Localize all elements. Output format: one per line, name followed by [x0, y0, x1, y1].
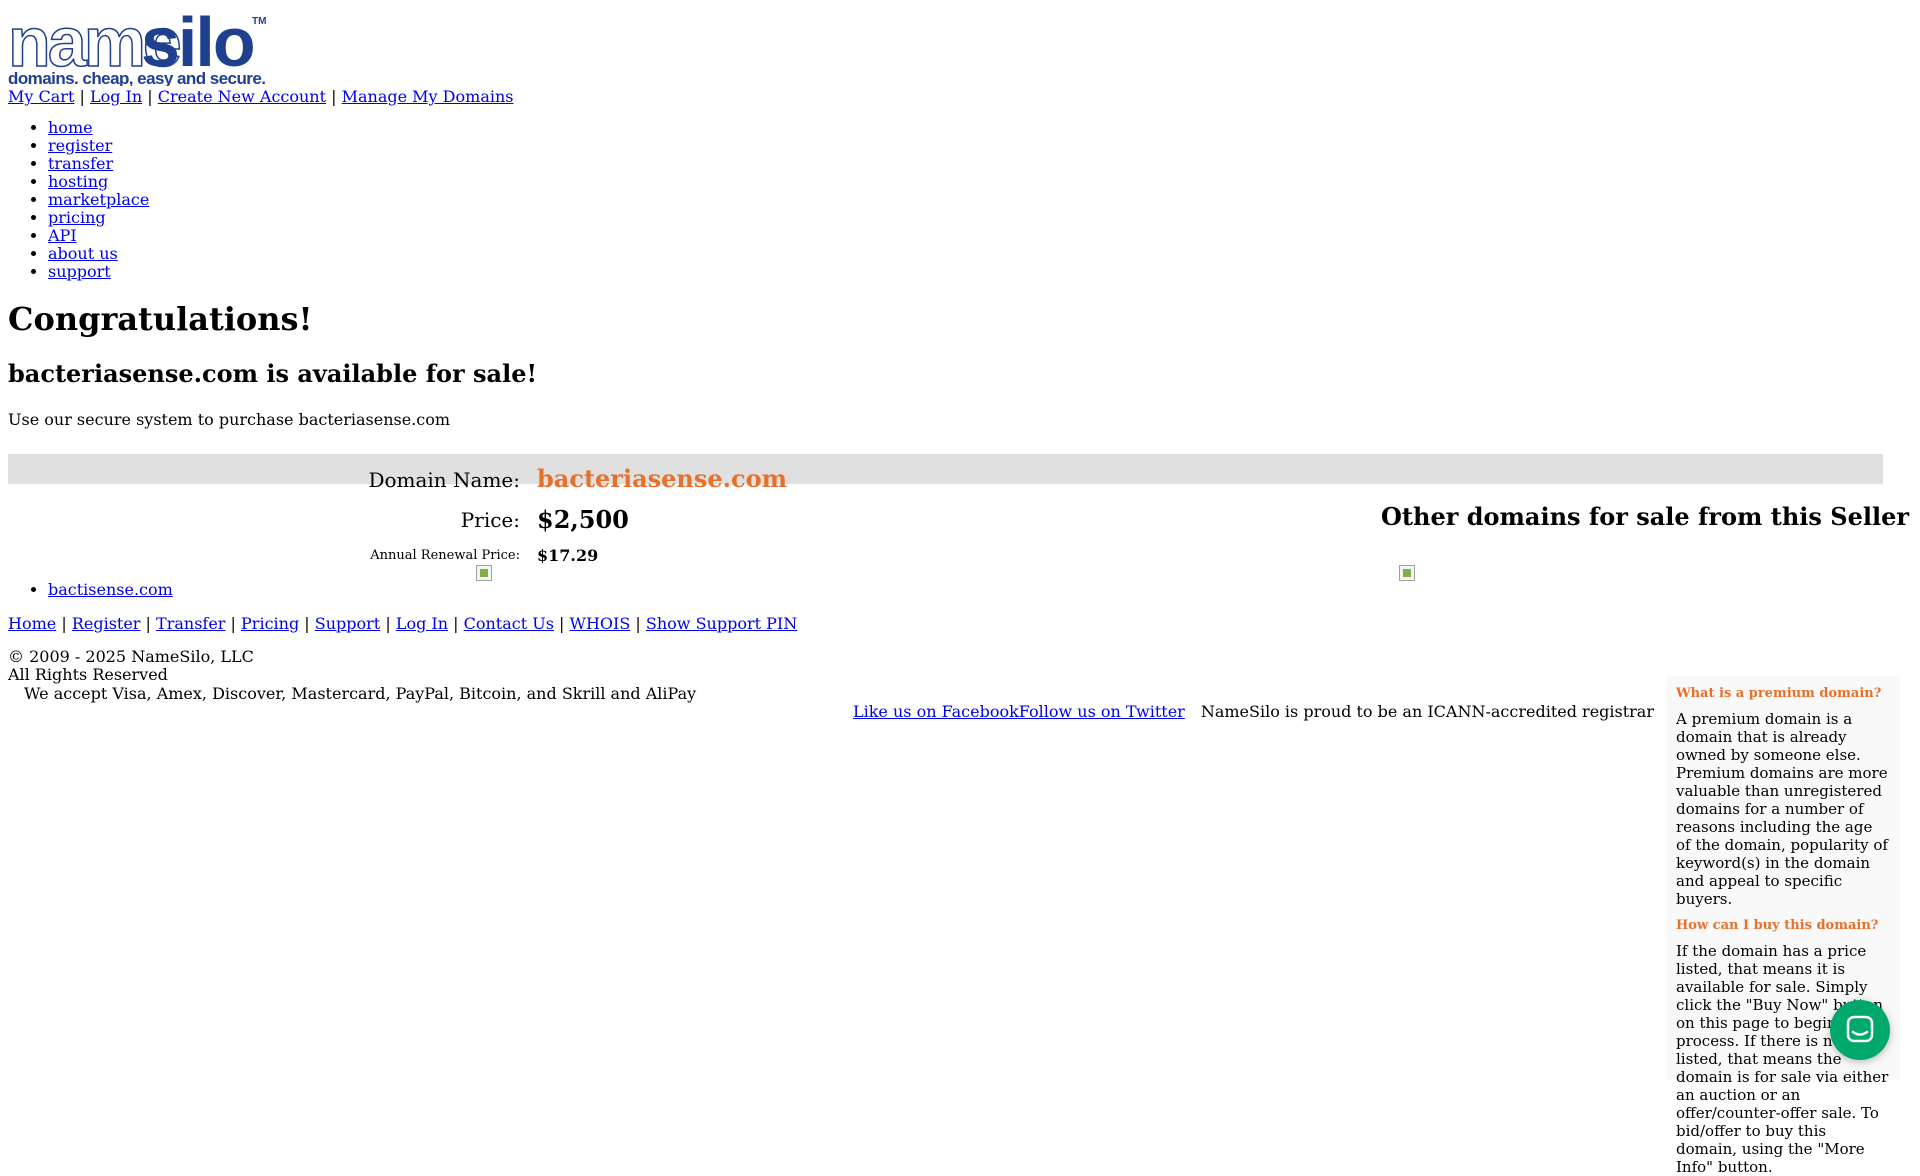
footer-register-link[interactable]: Register — [72, 614, 141, 633]
separator: | — [559, 614, 565, 633]
separator: | — [304, 614, 310, 633]
create-account-link[interactable]: Create New Account — [158, 87, 326, 106]
nav-link-api[interactable]: API — [48, 226, 77, 245]
separator: | — [385, 614, 391, 633]
nav-link-register[interactable]: register — [48, 136, 112, 155]
renewal-price-value: $17.29 — [537, 546, 599, 565]
broken-image-icon — [1399, 565, 1415, 581]
twitter-link[interactable]: Follow us on Twitter — [1019, 702, 1185, 721]
chat-bubble-icon — [1846, 1015, 1874, 1043]
separator: | — [635, 614, 641, 633]
social-links: Like us on FacebookFollow us on Twitter N… — [853, 703, 1654, 721]
faq-question: What is a premium domain? — [1676, 686, 1882, 701]
sale-heading: bacteriasense.com is available for sale! — [8, 359, 538, 388]
separator: | — [147, 87, 153, 106]
account-links: My Cart | Log In | Create New Account | … — [8, 86, 513, 108]
logo-tagline: domains. cheap, easy and secure. — [8, 69, 266, 86]
footer-transfer-link[interactable]: Transfer — [156, 614, 225, 633]
nav-link-home[interactable]: home — [48, 118, 93, 137]
nav-link-transfer[interactable]: transfer — [48, 154, 113, 173]
nav-link-support[interactable]: support — [48, 262, 111, 281]
facebook-link[interactable]: Like us on Facebook — [853, 702, 1019, 721]
separator: | — [453, 614, 459, 633]
nav-link-hosting[interactable]: hosting — [48, 172, 108, 191]
nav-item-home: home — [48, 119, 149, 137]
namesilo-logo[interactable]: name silo TM domains. cheap, easy and se… — [7, 2, 270, 88]
nav-item-transfer: transfer — [48, 155, 149, 173]
nav-item-about-us: about us — [48, 245, 149, 263]
log-in-link[interactable]: Log In — [90, 87, 142, 106]
footer-home-link[interactable]: Home — [8, 614, 56, 633]
payment-methods-alt: We accept Visa, Amex, Discover, Masterca… — [24, 684, 697, 703]
page-title: Congratulations! — [8, 300, 313, 338]
chat-launcher-button[interactable] — [1830, 1000, 1890, 1060]
separator: | — [331, 87, 337, 106]
separator: | — [61, 614, 67, 633]
price-value: $2,500 — [537, 505, 629, 534]
icann-alt: NameSilo is proud to be an ICANN-accredi… — [1200, 702, 1654, 721]
footer-links: Home | Register | Transfer | Pricing | S… — [8, 614, 797, 634]
list-item: bactisense.com — [48, 580, 173, 600]
faq-answer: A premium domain is a domain that is alr… — [1676, 710, 1888, 908]
renewal-price-label: Annual Renewal Price: — [370, 548, 520, 563]
nav-item-support: support — [48, 263, 149, 281]
broken-image-icon — [1185, 704, 1201, 720]
logo-tm: TM — [252, 16, 266, 27]
domain-name-value: bacteriasense.com — [537, 464, 787, 493]
main-nav: home register transfer hosting marketpla… — [0, 119, 149, 281]
copyright: © 2009 - 2025 NameSilo, LLC All Rights R… — [8, 648, 254, 684]
nav-item-hosting: hosting — [48, 173, 149, 191]
nav-item-marketplace: marketplace — [48, 191, 149, 209]
footer-support-link[interactable]: Support — [315, 614, 380, 633]
other-domains-list: bactisense.com — [0, 580, 173, 600]
nav-link-pricing[interactable]: pricing — [48, 208, 106, 227]
logo-graphic: name silo TM domains. cheap, easy and se… — [7, 2, 266, 88]
other-domains-heading: Other domains for sale from this Seller — [1381, 502, 1910, 531]
price-label: Price: — [460, 508, 520, 532]
intro-text: Use our secure system to purchase bacter… — [8, 410, 451, 429]
footer-pricing-link[interactable]: Pricing — [241, 614, 299, 633]
faq-question: How can I buy this domain? — [1676, 918, 1879, 933]
nav-item-register: register — [48, 137, 149, 155]
my-cart-link[interactable]: My Cart — [8, 87, 74, 106]
other-domain-link[interactable]: bactisense.com — [48, 580, 173, 599]
payment-methods-image: We accept Visa, Amex, Discover, Masterca… — [8, 685, 696, 703]
domain-name-label: Domain Name: — [368, 468, 520, 492]
separator: | — [145, 614, 151, 633]
nav-link-marketplace[interactable]: marketplace — [48, 190, 149, 209]
copyright-text: © 2009 - 2025 NameSilo, LLC — [8, 647, 254, 666]
broken-image-icon[interactable] — [476, 565, 492, 581]
footer-whois-link[interactable]: WHOIS — [570, 614, 631, 633]
manage-domains-link[interactable]: Manage My Domains — [342, 87, 514, 106]
nav-link-about-us[interactable]: about us — [48, 244, 118, 263]
footer-log-in-link[interactable]: Log In — [396, 614, 448, 633]
footer-support-pin-link[interactable]: Show Support PIN — [646, 614, 797, 633]
nav-item-pricing: pricing — [48, 209, 149, 227]
separator: | — [230, 614, 236, 633]
footer-contact-link[interactable]: Contact Us — [464, 614, 554, 633]
separator: | — [79, 87, 85, 106]
rights-text: All Rights Reserved — [8, 665, 168, 684]
nav-item-api: API — [48, 227, 149, 245]
broken-image-icon — [8, 686, 24, 702]
